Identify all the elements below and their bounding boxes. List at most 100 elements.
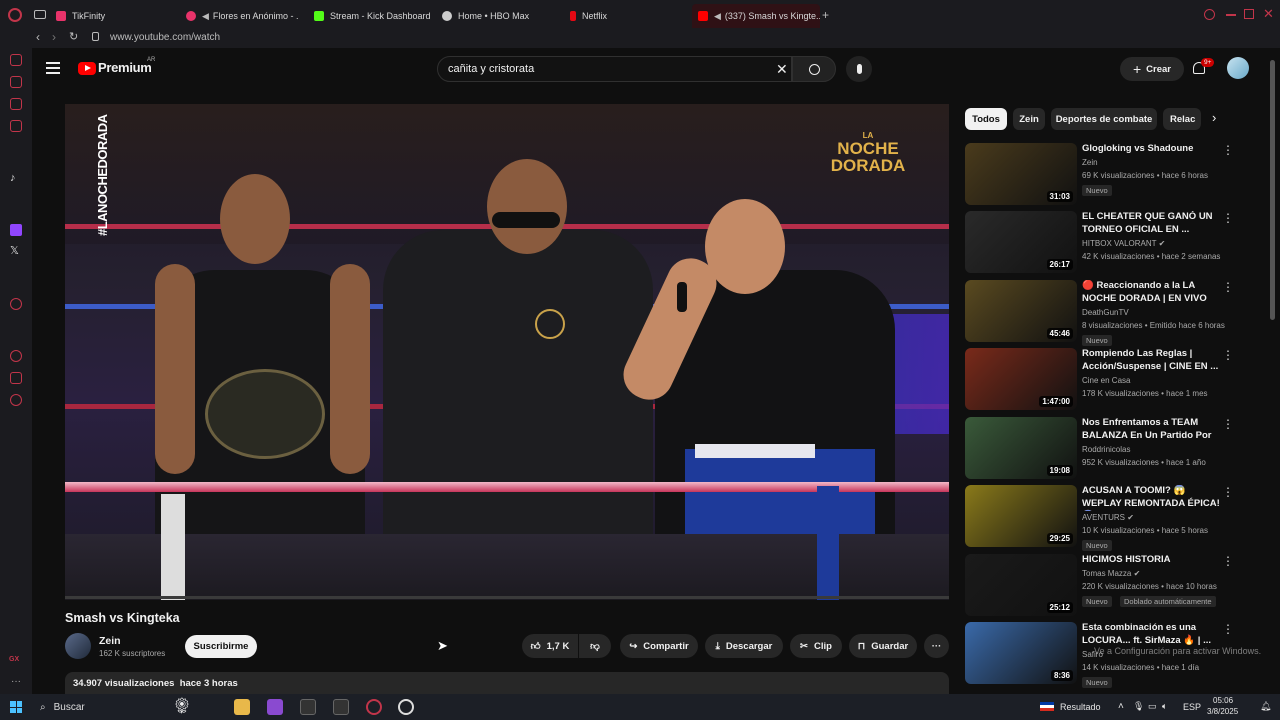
avatar[interactable] xyxy=(1227,57,1249,79)
history-icon[interactable] xyxy=(10,350,22,362)
share-button[interactable]: ↪ Compartir xyxy=(620,634,698,658)
minimize-icon[interactable] xyxy=(1226,14,1236,16)
twitch-icon[interactable] xyxy=(10,224,22,236)
recommendation-item[interactable]: 29:25 ACUSAN A TOOMI? 😱 WEPLAY REMONTADA … xyxy=(965,485,1240,551)
opera-menu-icon[interactable] xyxy=(8,8,22,22)
forward-icon[interactable]: › xyxy=(52,30,56,44)
recommendation-channel[interactable]: Zein xyxy=(1082,158,1098,167)
recommendation-title[interactable]: Glogloking vs Shadoune xyxy=(1082,143,1220,156)
workspaces-icon[interactable] xyxy=(34,10,46,19)
recommendation-title[interactable]: Esta combinación es una LOCURA... ft. Si… xyxy=(1082,622,1220,647)
settings-icon[interactable] xyxy=(10,394,22,406)
download-button[interactable]: ⤓ Descargar xyxy=(705,634,783,658)
channel-name[interactable]: Zein xyxy=(99,635,121,647)
mic-tray-icon[interactable]: 🎙︎ xyxy=(1133,701,1144,712)
progress-bar[interactable] xyxy=(65,596,949,599)
recommendation-channel[interactable]: DeathGunTV xyxy=(1082,308,1129,317)
reload-icon[interactable]: ↻ xyxy=(69,30,78,43)
taskbar-search[interactable]: ⌕ Buscar xyxy=(32,698,222,716)
more-actions-button[interactable]: ··· xyxy=(924,634,949,658)
video-thumbnail[interactable]: 29:25 xyxy=(965,485,1077,547)
voice-search-button[interactable] xyxy=(846,56,872,82)
volume-icon[interactable]: 🔈︎ xyxy=(1162,701,1167,712)
video-thumbnail[interactable]: 19:08 xyxy=(965,417,1077,479)
recommendation-title[interactable]: Rompiendo Las Reglas | Acción/Suspense |… xyxy=(1082,348,1220,373)
chip-related[interactable]: Relac xyxy=(1163,108,1201,130)
recommendation-channel[interactable]: Roddrinicolas xyxy=(1082,445,1130,454)
video-thumbnail[interactable]: 1:47:00 xyxy=(965,348,1077,410)
more-options-icon[interactable]: ⋮ xyxy=(1222,485,1234,499)
new-tab-button[interactable]: + xyxy=(822,8,829,22)
notification-center-icon[interactable]: 🔔︎ xyxy=(1260,701,1271,712)
create-button[interactable]: + Crear xyxy=(1120,57,1184,81)
recommendation-title[interactable]: EL CHEATER QUE GANÓ UN TORNEO OFICIAL EN… xyxy=(1082,211,1220,236)
chevron-up-icon[interactable]: ˄ xyxy=(1118,701,1124,712)
news-icon[interactable] xyxy=(10,120,22,132)
network-icon[interactable]: ▭ xyxy=(1148,701,1157,712)
search-input[interactable]: cañita y cristorata xyxy=(437,56,792,82)
recommendation-item[interactable]: 26:17 EL CHEATER QUE GANÓ UN TORNEO OFICI… xyxy=(965,211,1240,275)
chip-zein[interactable]: Zein xyxy=(1013,108,1045,130)
x-icon[interactable]: 𝕏 xyxy=(10,244,19,257)
messenger-icon[interactable] xyxy=(10,98,22,110)
language-indicator[interactable]: ESP xyxy=(1183,702,1201,712)
recommendation-title[interactable]: HICIMOS HISTORIA xyxy=(1082,554,1220,567)
more-options-icon[interactable]: ⋮ xyxy=(1222,143,1234,157)
save-button[interactable]: ⊓ Guardar xyxy=(849,634,917,658)
recommendation-item[interactable]: 19:08 Nos Enfrentamos a TEAM BALANZA En U… xyxy=(965,417,1240,481)
video-thumbnail[interactable]: 45:46 xyxy=(965,280,1077,342)
gx-icon[interactable]: GX xyxy=(9,656,19,663)
recommendation-item[interactable]: 25:12 HICIMOS HISTORIA Tomas Mazza ✔ 220 K … xyxy=(965,554,1240,618)
search-button[interactable] xyxy=(792,56,836,82)
like-button[interactable]: 👍︎ 1,7 K xyxy=(522,634,578,658)
speed-dial-icon[interactable] xyxy=(10,76,22,88)
video-thumbnail[interactable]: 31:03 xyxy=(965,143,1077,205)
more-options-icon[interactable]: ⋮ xyxy=(1222,211,1234,225)
recommendation-item[interactable]: 1:47:00 Rompiendo Las Reglas | Acción/Sus… xyxy=(965,348,1240,412)
recommendation-title[interactable]: Nos Enfrentamos a TEAM BALANZA En Un Par… xyxy=(1082,417,1220,443)
youtube-logo-text[interactable]: Premium xyxy=(98,60,152,75)
tab-kick[interactable]: Stream - Kick Dashboard xyxy=(314,4,434,28)
extensions-icon[interactable] xyxy=(10,372,22,384)
more-options-icon[interactable]: ⋮ xyxy=(1222,348,1234,362)
news-result-label[interactable]: Resultado xyxy=(1060,702,1101,712)
back-icon[interactable]: ‹ xyxy=(36,30,40,44)
video-thumbnail[interactable]: 26:17 xyxy=(965,211,1077,273)
clear-search-icon[interactable]: ✕ xyxy=(776,61,788,78)
page-scrollbar[interactable] xyxy=(1270,60,1275,320)
clock-date[interactable]: 3/8/2025 xyxy=(1207,707,1238,716)
recommendation-channel[interactable]: Cine en Casa xyxy=(1082,376,1130,385)
channel-avatar[interactable] xyxy=(65,633,91,659)
subscribe-button[interactable]: Suscribirme xyxy=(185,635,257,658)
more-options-icon[interactable]: ⋮ xyxy=(1222,417,1234,431)
menu-icon[interactable] xyxy=(46,62,60,74)
windows-start-icon[interactable] xyxy=(10,701,22,713)
tab-netflix[interactable]: Netflix xyxy=(570,4,680,28)
search-tabs-icon[interactable] xyxy=(1204,9,1215,20)
chip-combat-sports[interactable]: Deportes de combate xyxy=(1051,108,1157,130)
recommendation-item[interactable]: 45:46 🔴 Reaccionando a la LA NOCHE DORADA… xyxy=(965,280,1240,346)
video-thumbnail[interactable]: 8:36 xyxy=(965,622,1077,684)
opera-gx-icon[interactable] xyxy=(366,699,382,715)
tab-flores[interactable]: ◀ Flores en Anónimo - ... xyxy=(186,4,298,28)
chip-todos[interactable]: Todos xyxy=(965,108,1007,130)
tab-youtube-active[interactable]: ◀ (337) Smash vs Kingte... xyxy=(692,4,820,28)
clock-time[interactable]: 05:06 xyxy=(1213,696,1233,705)
tiktok-icon[interactable]: ♪ xyxy=(10,172,22,184)
description-box[interactable]: 34.907 visualizaciones hace 3 horas xyxy=(65,672,949,694)
more-options-icon[interactable]: ⋮ xyxy=(1222,622,1234,636)
recommendation-channel[interactable]: AVENTURS ✔ xyxy=(1082,513,1134,522)
app-icon[interactable] xyxy=(267,699,283,715)
file-explorer-icon[interactable] xyxy=(234,699,250,715)
youtube-logo-icon[interactable] xyxy=(78,62,96,75)
obs-icon[interactable] xyxy=(398,699,414,715)
recommendation-channel[interactable]: Tomas Mazza ✔ xyxy=(1082,569,1140,578)
maximize-icon[interactable] xyxy=(1244,9,1254,19)
app-icon[interactable] xyxy=(333,699,349,715)
recommendation-title[interactable]: 🔴 Reaccionando a la LA NOCHE DORADA | EN… xyxy=(1082,280,1220,305)
recommendation-channel[interactable]: HITBOX VALORANT ✔ xyxy=(1082,239,1165,248)
tab-hbo[interactable]: Home • HBO Max xyxy=(442,4,562,28)
aria-icon[interactable] xyxy=(10,54,22,66)
clip-button[interactable]: ✂ Clip xyxy=(790,634,842,658)
dislike-button[interactable]: 👎︎ xyxy=(579,634,611,658)
